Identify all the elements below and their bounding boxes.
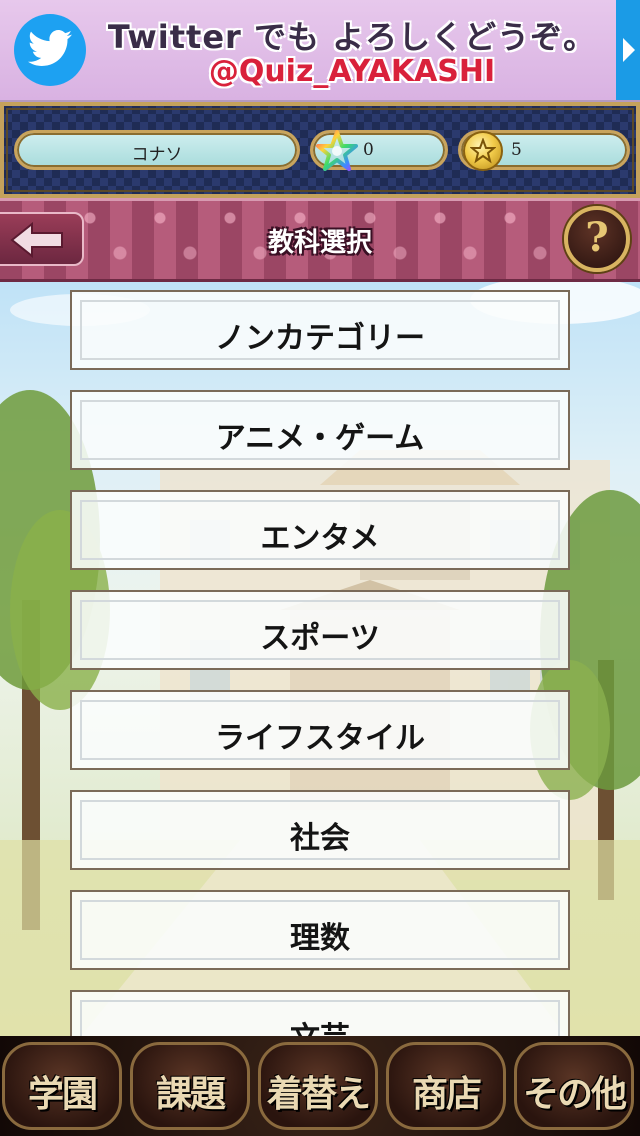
title-bar: 教科選択 ? bbox=[0, 198, 640, 282]
question-mark-icon: ? bbox=[585, 214, 609, 261]
help-button[interactable]: ? bbox=[564, 206, 630, 272]
player-name: コナソ bbox=[131, 145, 183, 165]
bottom-navigation: 学園 課題 着替え 商店 その他 bbox=[0, 1036, 640, 1136]
nav-button-academy[interactable]: 学園 bbox=[2, 1042, 122, 1130]
category-button-society[interactable]: 社会 bbox=[70, 790, 570, 870]
player-status-bar: コナソ 0 5 bbox=[0, 102, 640, 198]
twitter-banner[interactable]: Twitter でも よろしくどうぞ。 @Quiz_AYAKASHI bbox=[0, 0, 640, 102]
category-button-non-category[interactable]: ノンカテゴリー bbox=[70, 290, 570, 370]
nav-button-tasks[interactable]: 課題 bbox=[130, 1042, 250, 1130]
category-button-lifestyle[interactable]: ライフスタイル bbox=[70, 690, 570, 770]
nav-label: 課題 bbox=[155, 1073, 226, 1115]
category-button-science-math[interactable]: 理数 bbox=[70, 890, 570, 970]
category-label: ノンカテゴリー bbox=[215, 321, 425, 356]
category-label: スポーツ bbox=[260, 621, 380, 656]
gem-count: 0 bbox=[363, 140, 374, 160]
nav-label: 商店 bbox=[411, 1073, 482, 1115]
player-name-panel: コナソ bbox=[14, 130, 300, 170]
category-list: ノンカテゴリー アニメ・ゲーム エンタメ スポーツ ライフスタイル 社会 理数 … bbox=[70, 290, 570, 1090]
banner-message: Twitter でも よろしくどうぞ。 bbox=[107, 18, 597, 56]
twitter-handle[interactable]: @Quiz_AYAKASHI bbox=[96, 54, 608, 89]
nav-button-shop[interactable]: 商店 bbox=[386, 1042, 506, 1130]
nav-label: 学園 bbox=[27, 1073, 98, 1115]
category-label: 理数 bbox=[290, 921, 350, 956]
nav-button-other[interactable]: その他 bbox=[514, 1042, 634, 1130]
gold-coin-icon bbox=[463, 131, 503, 171]
coin-counter[interactable]: 5 bbox=[458, 130, 630, 171]
twitter-bird-icon bbox=[14, 14, 86, 86]
rainbow-gem-icon bbox=[316, 130, 358, 171]
category-button-sports[interactable]: スポーツ bbox=[70, 590, 570, 670]
page-title: 教科選択 bbox=[267, 228, 372, 258]
category-label: 社会 bbox=[290, 821, 350, 856]
category-button-entertainment[interactable]: エンタメ bbox=[70, 490, 570, 570]
category-label: ライフスタイル bbox=[215, 721, 425, 756]
nav-label: 着替え bbox=[266, 1073, 371, 1115]
chevron-right-icon[interactable] bbox=[616, 0, 640, 100]
category-label: アニメ・ゲーム bbox=[215, 421, 425, 456]
category-button-anime-game[interactable]: アニメ・ゲーム bbox=[70, 390, 570, 470]
category-label: エンタメ bbox=[260, 521, 380, 556]
nav-label: その他 bbox=[522, 1073, 627, 1115]
nav-button-dress-up[interactable]: 着替え bbox=[258, 1042, 378, 1130]
gem-counter[interactable]: 0 bbox=[310, 130, 448, 171]
coin-count: 5 bbox=[511, 140, 522, 160]
